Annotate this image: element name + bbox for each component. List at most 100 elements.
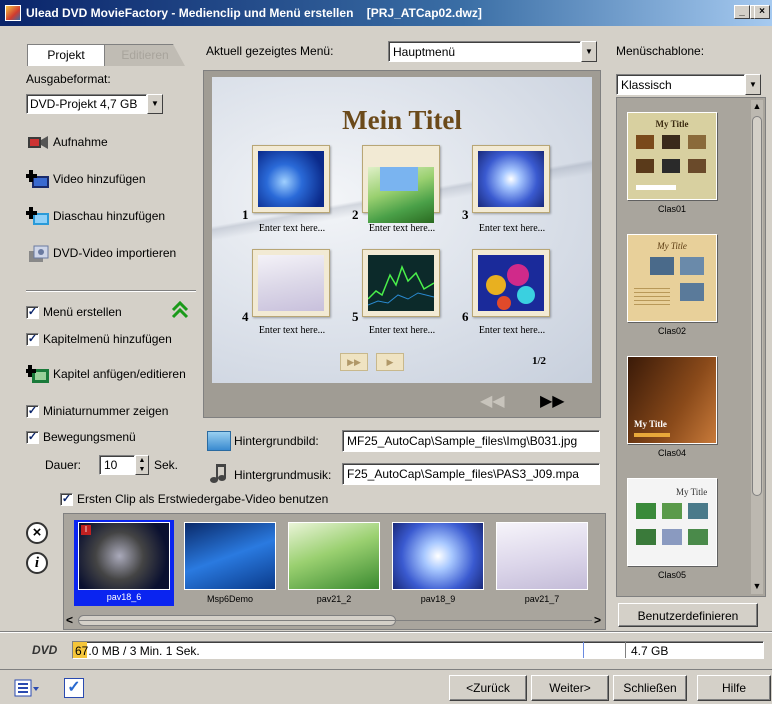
play-button[interactable]: ▶ — [376, 353, 404, 371]
erstwiedergabe-checkbox[interactable]: ✓ — [60, 493, 73, 506]
clip-thumb[interactable]: I — [78, 522, 170, 590]
scroll-thumb[interactable] — [752, 116, 762, 496]
clip-scroll-track — [78, 620, 592, 621]
template-title-text: My Title — [676, 487, 708, 497]
background-music-label: Hintergrundmusik: — [234, 468, 332, 482]
remove-clip-icon[interactable]: × — [26, 522, 48, 544]
chevron-down-icon[interactable]: ▼ — [581, 41, 597, 62]
dauer-input[interactable]: 10 — [99, 455, 135, 475]
template-thumb-clas02[interactable]: My Title — [627, 234, 717, 322]
project-file: [PRJ_ATCap02.dwz] — [366, 6, 482, 20]
template-select[interactable]: Klassisch — [616, 74, 745, 95]
clip-thumb[interactable] — [288, 522, 380, 590]
menu-thumb-3[interactable] — [472, 145, 550, 213]
tab-editieren[interactable]: Editieren — [105, 44, 185, 66]
scroll-up-icon[interactable]: ▲ — [751, 100, 763, 112]
benutzerdefinieren-button[interactable]: Benutzerdefinieren — [618, 603, 758, 627]
clip-name: pav18_9 — [420, 594, 456, 604]
app-icon[interactable] — [5, 5, 21, 21]
scroll-down-icon[interactable]: ▼ — [751, 580, 763, 592]
skip-forward-button[interactable]: ▶▶ — [340, 353, 368, 371]
thumb-caption[interactable]: Enter text here... — [354, 325, 450, 336]
menu-canvas[interactable]: Mein Titel 1 Enter text here... 2 Enter … — [212, 77, 592, 383]
image-icon — [207, 431, 231, 451]
bewegungsmenu-label: Bewegungsmenü — [43, 430, 136, 444]
template-scrollbar[interactable]: ▲ ▼ — [751, 100, 763, 594]
clip-thumb[interactable] — [496, 522, 588, 590]
clip-thumb[interactable] — [392, 522, 484, 590]
menu-thumb-2[interactable] — [362, 145, 440, 223]
thumb-caption[interactable]: Enter text here... — [244, 325, 340, 336]
menu-thumb-1[interactable] — [252, 145, 330, 213]
background-music-field[interactable]: F25_AutoCap\Sample_files\PAS3_J09.mpa — [342, 463, 600, 485]
capacity-divider — [625, 642, 626, 658]
kapitel-anfuegen-button[interactable]: Kapitel anfügen/editieren — [24, 362, 186, 386]
minimize-button[interactable]: _ — [734, 5, 750, 19]
add-slideshow-button[interactable]: Diaschau hinzufügen — [25, 204, 166, 228]
add-slideshow-label: Diaschau hinzufügen — [53, 209, 166, 223]
miniaturnummer-checkbox[interactable]: ✓ — [26, 405, 39, 418]
next-page-icon[interactable]: ▶▶ — [540, 391, 565, 411]
back-button[interactable]: <Zurück — [449, 675, 527, 701]
collapse-up-icon[interactable] — [170, 300, 190, 320]
capacity-label: 4.7 GB — [631, 644, 669, 658]
usage-highlight: 67 — [75, 644, 89, 658]
background-image-field[interactable]: MF25_AutoCap\Sample_files\Img\B031.jpg — [342, 430, 600, 452]
prev-page-icon[interactable]: ◀◀ — [480, 391, 505, 411]
add-video-icon — [25, 168, 50, 190]
thumb-caption[interactable]: Enter text here... — [354, 223, 450, 234]
kapitel-anfuegen-label: Kapitel anfügen/editieren — [53, 367, 186, 381]
info-icon[interactable]: i — [26, 552, 48, 574]
close-window-button[interactable]: × — [754, 5, 770, 19]
separator — [0, 669, 772, 670]
kapitelmenu-label: Kapitelmenü hinzufügen — [43, 332, 172, 346]
disc-usage-bar: 67.0 MB / 3 Min. 1 Sek. 4.7 GB — [72, 641, 764, 659]
output-format-select[interactable]: DVD-Projekt 4,7 GB — [26, 94, 147, 114]
bewegungsmenu-checkbox[interactable]: ✓ — [26, 431, 39, 444]
menu-title: Mein Titel — [342, 105, 462, 135]
menu-thumb-4[interactable] — [252, 249, 330, 317]
check-icon[interactable]: ✓ — [64, 678, 84, 698]
menu-thumb-6[interactable] — [472, 249, 550, 317]
import-dvd-button[interactable]: DVD-Video importieren — [26, 241, 176, 265]
menu-thumb-5[interactable] — [362, 249, 440, 317]
template-name: Clas02 — [657, 326, 686, 336]
add-video-button[interactable]: Video hinzufügen — [25, 167, 146, 191]
menu-select[interactable]: Hauptmenü — [388, 41, 581, 62]
list-menu-icon[interactable] — [14, 678, 40, 698]
scroll-left-icon[interactable]: < — [66, 613, 76, 627]
clip-name: pav21_7 — [524, 594, 560, 604]
template-thumb-clas01[interactable]: My Title — [627, 112, 717, 200]
background-image-label: Hintergrundbild: — [234, 434, 319, 448]
thumb-number: 6 — [462, 309, 469, 324]
thumb-caption[interactable]: Enter text here... — [464, 325, 560, 336]
template-title-text: My Title — [634, 419, 667, 429]
aufnahme-label: Aufnahme — [53, 135, 108, 149]
chevron-down-icon[interactable]: ▼ — [147, 94, 163, 114]
thumb-number: 5 — [352, 309, 359, 324]
template-thumb-clas05[interactable]: My Title — [627, 478, 717, 566]
close-button[interactable]: Schließen — [613, 675, 687, 701]
template-name: Clas01 — [657, 204, 686, 214]
title-bar: Ulead DVD MovieFactory - Medienclip und … — [0, 0, 772, 26]
template-thumb-clas04[interactable]: My Title — [627, 356, 717, 444]
scroll-right-icon[interactable]: > — [594, 613, 604, 627]
next-button[interactable]: Weiter> — [531, 675, 609, 701]
separator — [26, 290, 196, 292]
output-format-label: Ausgabeformat: — [26, 72, 111, 86]
dauer-spinner[interactable]: ▲ ▼ — [135, 455, 149, 475]
clip-name: pav18_6 — [106, 592, 142, 602]
aufnahme-button[interactable]: Aufnahme — [26, 130, 108, 154]
clip-thumb[interactable] — [184, 522, 276, 590]
window-title-text: Ulead DVD MovieFactory - Medienclip und … — [26, 6, 354, 20]
tab-projekt[interactable]: Projekt — [27, 44, 105, 66]
thumb-caption[interactable]: Enter text here... — [464, 223, 560, 234]
thumb-number: 2 — [352, 207, 359, 222]
help-button[interactable]: Hilfe — [697, 675, 771, 701]
template-title-text: My Title — [657, 241, 687, 251]
add-slideshow-icon — [25, 205, 50, 227]
thumb-caption[interactable]: Enter text here... — [244, 223, 340, 234]
chevron-down-icon[interactable]: ▼ — [745, 74, 761, 95]
kapitelmenu-checkbox[interactable]: ✓ — [26, 333, 39, 346]
menu-erstellen-checkbox[interactable]: ✓ — [26, 306, 39, 319]
